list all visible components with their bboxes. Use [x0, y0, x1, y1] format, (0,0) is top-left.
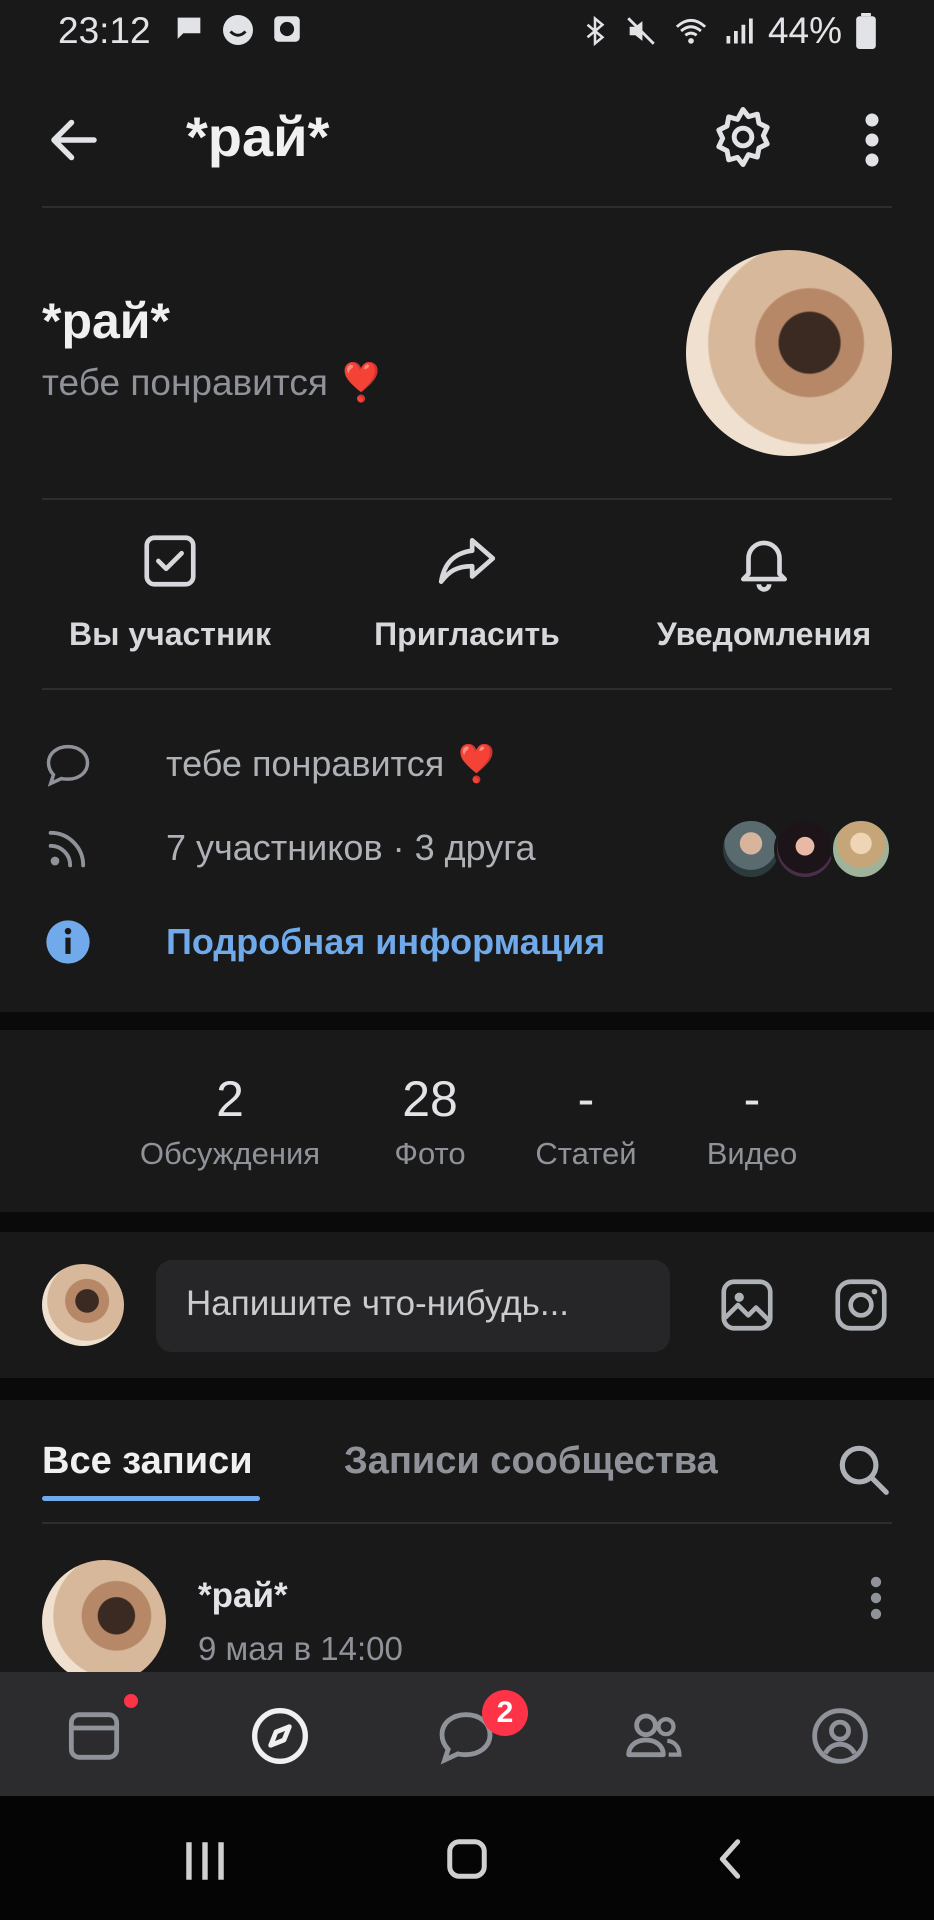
battery-percent: 44%: [767, 10, 842, 51]
invite-button[interactable]: Пригласить: [317, 530, 617, 653]
app-notification-icon: [274, 16, 300, 42]
battery-icon: [856, 13, 876, 49]
details-row[interactable]: Подробная информация: [42, 916, 605, 968]
notifications-button[interactable]: Уведомления: [614, 530, 914, 653]
members-row[interactable]: 7 участников · 3 друга: [42, 822, 536, 874]
counter-articles[interactable]: - Статей: [526, 1070, 646, 1172]
friend-avatar: [774, 818, 836, 880]
section-separator: [0, 1378, 934, 1400]
chat-notification-icon: [177, 17, 201, 39]
details-link[interactable]: Подробная информация: [166, 921, 605, 963]
compass-icon[interactable]: [248, 1704, 312, 1768]
counter-caption: Обсуждения: [139, 1136, 321, 1171]
status-time: 23:12: [58, 10, 151, 51]
gear-icon[interactable]: [710, 104, 776, 170]
counter-videos[interactable]: - Видео: [692, 1070, 812, 1172]
counter-number: -: [577, 1071, 595, 1127]
share-arrow-icon: [438, 538, 496, 584]
actions-divider: [42, 688, 892, 690]
signal-icon: [726, 18, 753, 44]
header: *рай*: [0, 80, 934, 208]
member-label: Вы участник: [69, 616, 271, 652]
recent-apps-icon[interactable]: [180, 1838, 230, 1884]
bluetooth-icon: [586, 15, 605, 47]
section-separator: [0, 1012, 934, 1030]
wall-section: Все записи Записи сообщества *рай* 9 мая…: [0, 1400, 934, 1684]
page-title: *рай*: [186, 105, 330, 168]
counter-discussions[interactable]: 2 Обсуждения: [130, 1070, 330, 1172]
counter-number: 2: [216, 1071, 244, 1127]
system-icons: 44%: [580, 10, 876, 52]
invite-label: Пригласить: [374, 616, 560, 652]
speech-bubble-icon: [46, 744, 90, 787]
community-name: *рай*: [42, 293, 171, 349]
compose-panel: Напишите что-нибудь...: [0, 1232, 934, 1378]
counter-number: -: [743, 1071, 761, 1127]
members-text: 7 участников · 3 друга: [166, 827, 536, 868]
counters-panel: 2 Обсуждения 28 Фото - Статей - Видео: [0, 1030, 934, 1212]
wifi-icon: [675, 18, 707, 44]
description-row: тебе понравится ❣️: [42, 738, 499, 790]
info-icon: [46, 920, 90, 964]
counter-caption: Фото: [394, 1136, 466, 1171]
mute-icon: [627, 17, 655, 45]
more-vertical-icon[interactable]: [858, 110, 886, 170]
counter-caption: Видео: [706, 1136, 798, 1171]
back-arrow-icon[interactable]: [44, 110, 104, 170]
post-author-avatar[interactable]: [42, 1560, 166, 1684]
community-status: тебе понравится ❣️: [42, 362, 385, 403]
post-more-icon[interactable]: [866, 1574, 886, 1622]
face-notification-icon: [223, 15, 253, 45]
notifications-label: Уведомления: [656, 616, 872, 652]
notification-icons: [172, 12, 304, 48]
news-icon[interactable]: [62, 1704, 126, 1768]
search-icon[interactable]: [832, 1438, 894, 1500]
active-tab-indicator: [42, 1496, 260, 1501]
tab-community-posts[interactable]: Записи сообщества: [344, 1440, 718, 1483]
status-bar: 23:12 44%: [0, 0, 934, 64]
description-text: тебе понравится ❣️: [166, 743, 500, 784]
rss-icon: [48, 830, 86, 868]
system-nav-bar: [0, 1796, 934, 1920]
check-square-icon: [144, 535, 196, 587]
home-icon[interactable]: [444, 1834, 490, 1884]
bottom-tab-bar: 2: [0, 1672, 934, 1796]
counter-number: 28: [402, 1071, 458, 1127]
bell-icon: [741, 540, 787, 592]
community-avatar[interactable]: [686, 250, 892, 456]
friends-avatars[interactable]: [720, 818, 894, 880]
compose-input[interactable]: Напишите что-нибудь...: [156, 1260, 670, 1352]
member-button[interactable]: Вы участник: [20, 530, 320, 653]
counter-caption: Статей: [535, 1136, 637, 1171]
tab-all-posts[interactable]: Все записи: [42, 1440, 253, 1483]
friend-avatar: [830, 818, 892, 880]
user-avatar: [42, 1264, 124, 1346]
tabs-divider: [42, 1522, 892, 1524]
section-separator: [0, 1212, 934, 1232]
counter-photos[interactable]: 28 Фото: [370, 1070, 490, 1172]
messages-count-badge: 2: [482, 1690, 528, 1736]
profile-icon[interactable]: [808, 1704, 872, 1768]
photo-icon[interactable]: [716, 1274, 778, 1336]
action-buttons: Вы участник Пригласить Уведомления: [0, 530, 934, 680]
news-dot-badge: [124, 1694, 138, 1708]
friends-icon[interactable]: [622, 1704, 686, 1768]
camera-icon[interactable]: [830, 1274, 892, 1336]
back-nav-icon[interactable]: [712, 1836, 748, 1882]
friend-avatar: [720, 818, 782, 880]
profile-divider: [42, 498, 892, 500]
header-divider: [42, 206, 892, 208]
post-date: 9 мая в 14:00: [198, 1630, 403, 1667]
post-author[interactable]: *рай*: [198, 1576, 288, 1616]
